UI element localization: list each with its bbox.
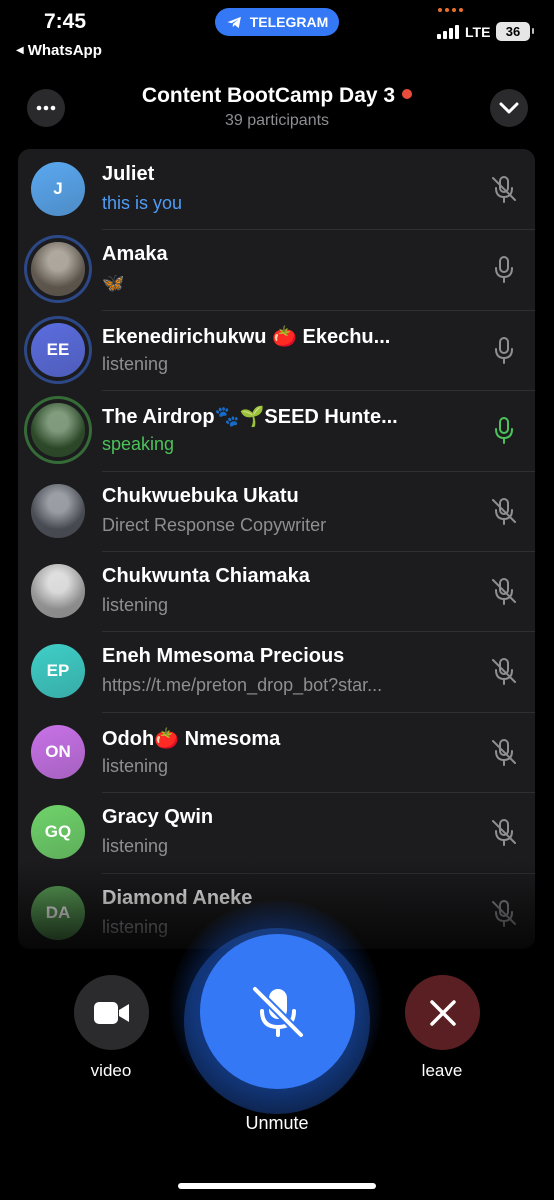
mic-muted-icon (489, 576, 519, 606)
participant-row[interactable]: ON Odoh🍅 Nmesoma listening (18, 711, 535, 792)
participant-row[interactable]: Chukwuebuka Ukatu Direct Response Copywri… (18, 470, 535, 551)
back-arrow-icon: ◀ (16, 45, 24, 56)
leave-button[interactable] (405, 975, 480, 1050)
participant-status: speaking (102, 434, 175, 455)
participant-row[interactable]: J Juliet this is you (18, 149, 535, 229)
participant-name: Odoh🍅 Nmesoma (102, 727, 281, 750)
signal-icon (437, 25, 459, 39)
video-button[interactable] (74, 975, 149, 1050)
call-title: Content BootCamp Day 3 (0, 84, 554, 108)
battery-level: 36 (505, 24, 521, 39)
mic-muted-icon (489, 496, 519, 526)
mic-muted-icon (489, 656, 519, 686)
participant-status: listening (102, 755, 169, 776)
avatar-photo (31, 563, 85, 618)
back-to-app-link[interactable]: ◀ WhatsApp (16, 42, 102, 59)
avatar-photo (31, 403, 85, 458)
mic-muted-icon (489, 817, 519, 847)
participant-name: Juliet (102, 163, 155, 185)
participants-list[interactable]: J Juliet this is you Amaka 🦋 EE Ekenedirichukw… (18, 149, 535, 949)
participant-row[interactable]: EP Eneh Mmesoma Precious https://t.me/pret… (18, 631, 535, 711)
unmute-button[interactable] (200, 934, 355, 1089)
back-app-label: WhatsApp (27, 42, 102, 59)
participant-name: Ekenedirichukwu 🍅 Ekechu... (102, 325, 391, 348)
participant-avatar[interactable] (31, 483, 85, 538)
home-indicator (178, 1183, 376, 1189)
mic-muted-icon (489, 174, 519, 204)
participant-row[interactable]: EE Ekenedirichukwu 🍅 Ekechu... listening (18, 309, 535, 390)
telegram-icon (227, 16, 241, 28)
participant-name: Chukwuebuka Ukatu (102, 484, 299, 507)
participant-avatar[interactable] (31, 563, 85, 618)
video-label: video (90, 1061, 132, 1080)
participant-avatar[interactable] (31, 242, 85, 297)
close-icon (429, 999, 456, 1026)
participant-avatar[interactable]: ON (31, 724, 85, 779)
participant-name: The Airdrop🐾🌱SEED Hunte... (102, 406, 398, 429)
video-camera-icon (93, 1001, 129, 1024)
avatar-photo (31, 242, 85, 297)
participant-avatar[interactable]: EP (31, 644, 85, 699)
leave-label: leave (421, 1061, 463, 1080)
participant-status: listening (102, 353, 169, 374)
avatar-initials: GQ (44, 822, 72, 842)
participant-status: 🦋 (102, 273, 125, 294)
chevron-down-icon (499, 102, 519, 114)
avatar-initials: ON (45, 741, 71, 761)
participant-status: listening (102, 836, 169, 857)
recording-dot-icon (402, 89, 413, 99)
participant-row[interactable]: Chukwunta Chiamaka listening (18, 550, 535, 631)
unmute-label: Unmute (245, 1113, 309, 1133)
participant-name: Gracy Qwin (102, 806, 214, 829)
mic-muted-icon (489, 737, 519, 767)
participant-status: https://t.me/preton_drop_bot?star... (102, 675, 383, 696)
network-type: LTE (465, 24, 491, 40)
participant-avatar[interactable]: J (31, 162, 85, 216)
mic-muted-icon (250, 984, 305, 1039)
participant-name: Eneh Mmesoma Precious (102, 645, 345, 668)
avatar-initials: EP (46, 661, 70, 681)
mic-icon (489, 254, 519, 284)
participant-name: Chukwunta Chiamaka (102, 564, 310, 587)
avatar-photo (31, 483, 85, 538)
participant-row[interactable]: Amaka 🦋 (18, 229, 535, 309)
participant-status: this is you (102, 193, 183, 213)
status-bar: 7:45 ◀ WhatsApp TELEGRAM LTE 36 (0, 0, 554, 70)
avatar-initials: EE (46, 339, 70, 359)
call-title-text: Content BootCamp Day 3 (141, 84, 396, 107)
mic-icon (489, 335, 519, 365)
participant-status: Direct Response Copywriter (102, 514, 327, 535)
battery-icon: 36 (496, 22, 534, 41)
mic-icon (489, 415, 519, 445)
participant-count: 39 participants (224, 112, 330, 129)
participant-avatar[interactable]: EE (31, 322, 85, 377)
recording-indicator-icon (438, 8, 463, 12)
participant-row[interactable]: The Airdrop🐾🌱SEED Hunte... speaking (18, 390, 535, 470)
participant-name: Amaka (102, 243, 168, 266)
participant-status: listening (102, 594, 169, 615)
participant-avatar[interactable]: GQ (31, 805, 85, 860)
collapse-button[interactable] (490, 89, 528, 127)
telegram-pill-label: TELEGRAM (249, 14, 329, 30)
telegram-call-pill[interactable]: TELEGRAM (215, 8, 339, 36)
clock: 7:45 (44, 10, 87, 33)
avatar-initials: J (53, 179, 63, 198)
participant-avatar[interactable] (31, 403, 85, 458)
